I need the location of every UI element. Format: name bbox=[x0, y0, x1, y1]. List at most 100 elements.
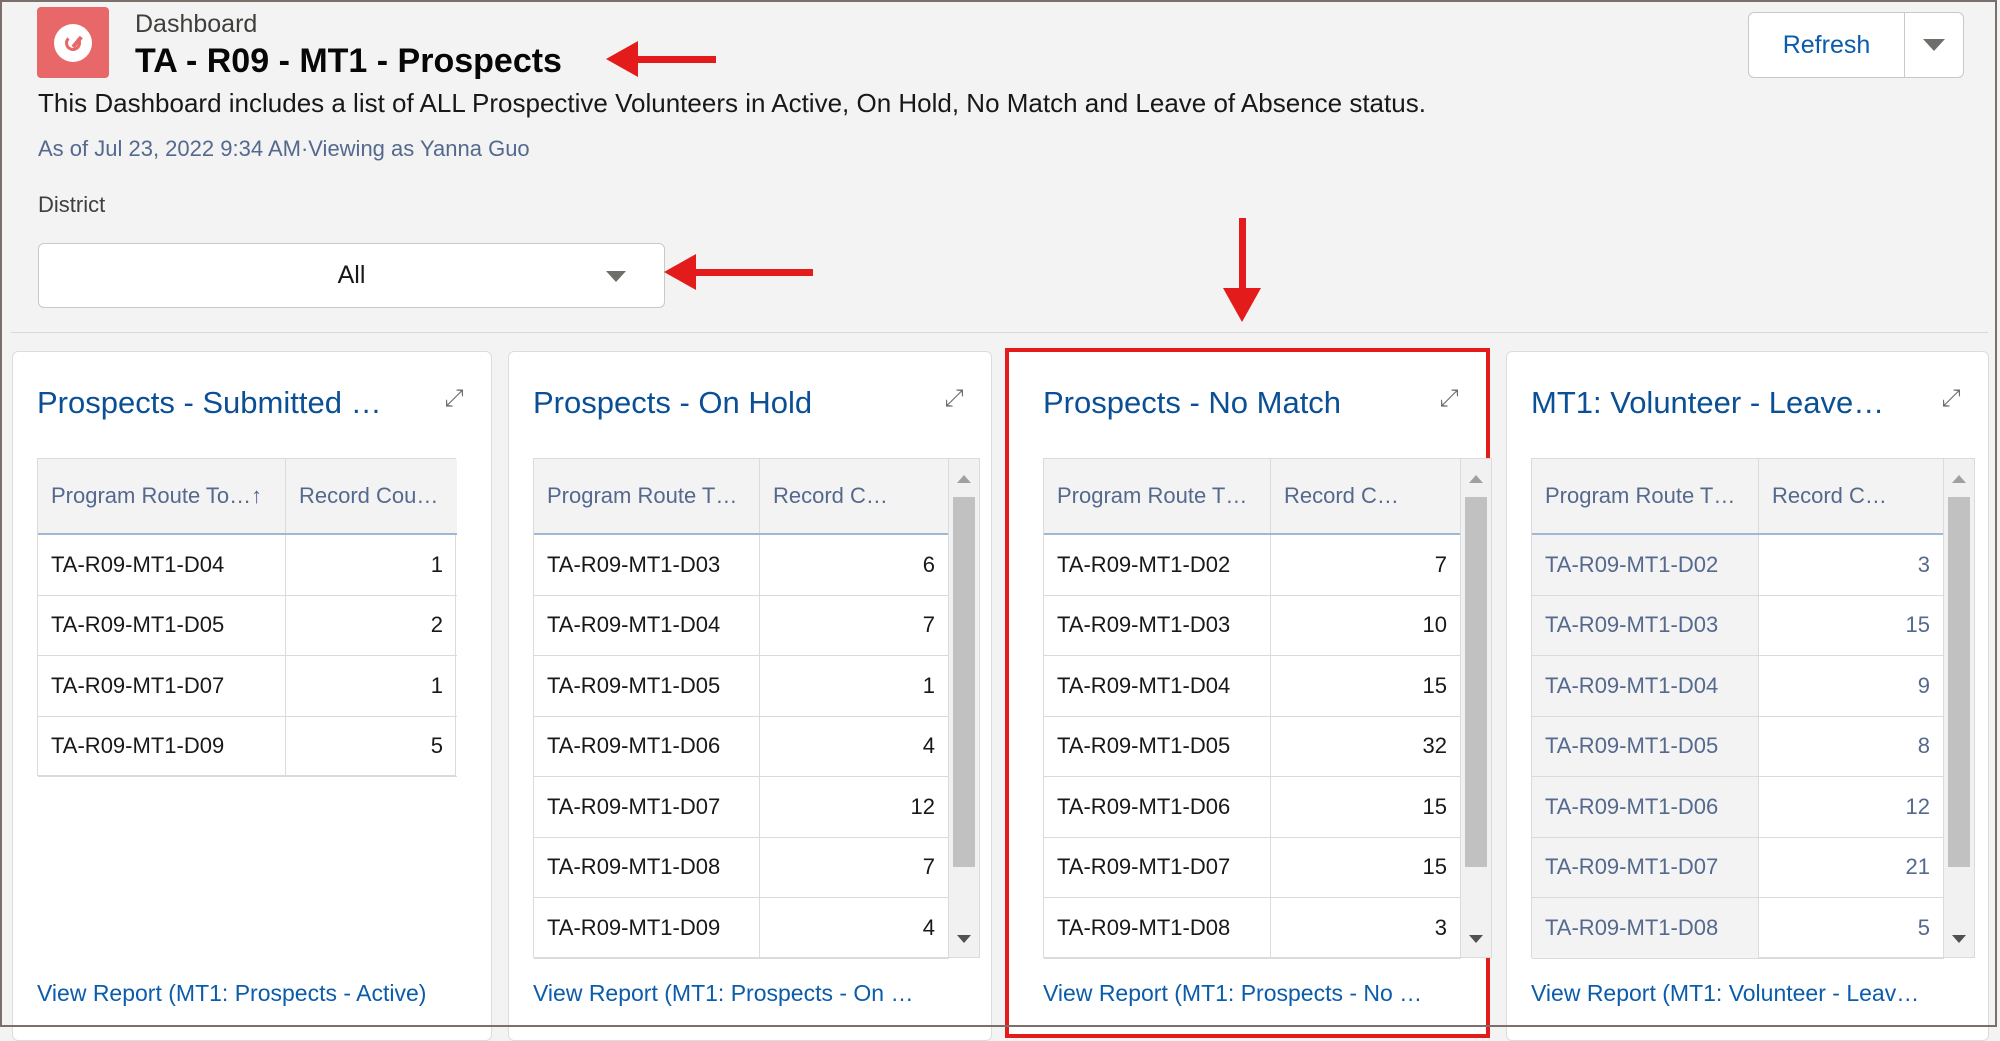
count-cell: 3 bbox=[1758, 535, 1944, 595]
column-header-count[interactable]: Record C… bbox=[1270, 459, 1461, 533]
count-cell: 3 bbox=[1270, 898, 1461, 958]
route-cell: TA-R09-MT1-D02 bbox=[1057, 551, 1231, 577]
route-cell: TA-R09-MT1-D07 bbox=[547, 793, 721, 819]
expand-icon[interactable]: ⤢ bbox=[941, 386, 967, 412]
column-header-route[interactable]: Program Route T… bbox=[1532, 459, 1758, 533]
count-cell: 9 bbox=[1758, 656, 1944, 716]
table-header-row: Program Route T… Record C… bbox=[534, 459, 949, 535]
refresh-menu-button[interactable] bbox=[1905, 13, 1963, 77]
route-cell: TA-R09-MT1-D04 bbox=[1532, 656, 1758, 716]
count-cell: 15 bbox=[1270, 837, 1461, 897]
column-header-route[interactable]: Program Route T… bbox=[534, 459, 759, 533]
card-title[interactable]: MT1: Volunteer - Leave… bbox=[1531, 385, 1884, 421]
table-row: TA-R09-MT1-D02 3 bbox=[1532, 535, 1944, 596]
view-report-link[interactable]: View Report (MT1: Prospects - No … bbox=[1043, 980, 1422, 1007]
table-row: TA-R09-MT1-D09 4 bbox=[534, 898, 949, 959]
expand-icon[interactable]: ⤢ bbox=[1436, 386, 1462, 412]
table-row: TA-R09-MT1-D08 5 bbox=[1532, 898, 1944, 959]
count-cell: 7 bbox=[759, 837, 949, 897]
count-cell: 1 bbox=[285, 535, 457, 595]
table-row: TA-R09-MT1-D07 15 bbox=[1044, 837, 1461, 898]
card-title[interactable]: Prospects - No Match bbox=[1043, 385, 1341, 421]
expand-icon[interactable]: ⤢ bbox=[1938, 386, 1964, 412]
scroll-thumb[interactable] bbox=[1465, 497, 1487, 867]
report-table: Program Route T… Record C… TA-R09-MT1-D02 7… bbox=[1043, 458, 1492, 959]
report-table: Program Route T… Record C… TA-R09-MT1-D03 6… bbox=[533, 458, 980, 959]
table-row: TA-R09-MT1-D08 7 bbox=[534, 837, 949, 898]
table-header-row: Program Route T… Record C… bbox=[1532, 459, 1944, 535]
dashboard-card: Prospects - No Match ⤢ Program Route T… Rec… bbox=[1005, 348, 1492, 1038]
table-row: TA-R09-MT1-D04 7 bbox=[534, 595, 949, 656]
route-cell: TA-R09-MT1-D08 bbox=[547, 854, 721, 880]
count-cell: 6 bbox=[759, 535, 949, 595]
scroll-down-icon[interactable] bbox=[1469, 934, 1483, 943]
dashboard-header: Dashboard TA - R09 - MT1 - Prospects Thi… bbox=[11, 6, 1988, 333]
route-cell: TA-R09-MT1-D05 bbox=[547, 672, 721, 698]
district-filter-select[interactable]: All bbox=[38, 243, 665, 308]
route-cell: TA-R09-MT1-D04 bbox=[547, 612, 721, 638]
dashboard-card: Prospects - On Hold ⤢ Program Route T… Reco… bbox=[508, 351, 992, 1041]
column-header-count[interactable]: Record C… bbox=[1758, 459, 1944, 533]
count-cell: 1 bbox=[285, 656, 457, 716]
page-title: TA - R09 - MT1 - Prospects bbox=[135, 42, 562, 80]
view-report-link[interactable]: View Report (MT1: Prospects - Active) bbox=[37, 980, 426, 1007]
table-row: TA-R09-MT1-D05 32 bbox=[1044, 716, 1461, 777]
count-cell: 10 bbox=[1270, 595, 1461, 655]
table-row: TA-R09-MT1-D03 10 bbox=[1044, 595, 1461, 656]
district-filter-value: All bbox=[337, 261, 366, 289]
refresh-button-group: Refresh bbox=[1748, 12, 1964, 78]
refresh-button[interactable]: Refresh bbox=[1749, 13, 1905, 77]
route-cell: TA-R09-MT1-D07 bbox=[51, 672, 225, 698]
annotation-arrow-title bbox=[606, 41, 716, 77]
scroll-up-icon[interactable] bbox=[957, 475, 971, 483]
card-title[interactable]: Prospects - On Hold bbox=[533, 385, 812, 421]
table-row: TA-R09-MT1-D06 12 bbox=[1532, 777, 1944, 838]
count-cell: 15 bbox=[1758, 595, 1944, 655]
route-cell: TA-R09-MT1-D03 bbox=[547, 551, 721, 577]
count-cell: 2 bbox=[285, 595, 457, 655]
count-cell: 5 bbox=[285, 716, 457, 776]
column-header-count[interactable]: Record Cou… bbox=[285, 459, 457, 533]
table-row: TA-R09-MT1-D03 6 bbox=[534, 535, 949, 596]
table-row: TA-R09-MT1-D05 1 bbox=[534, 656, 949, 717]
table-row: TA-R09-MT1-D09 5 bbox=[38, 716, 457, 777]
table-row: TA-R09-MT1-D03 15 bbox=[1532, 595, 1944, 656]
scroll-down-icon[interactable] bbox=[957, 934, 971, 943]
count-cell: 8 bbox=[1758, 716, 1944, 776]
chevron-down-icon bbox=[1923, 39, 1945, 51]
scroll-thumb[interactable] bbox=[1948, 497, 1970, 867]
expand-icon[interactable]: ⤢ bbox=[441, 386, 467, 412]
route-cell: TA-R09-MT1-D02 bbox=[1532, 535, 1758, 595]
table-scrollbar[interactable] bbox=[948, 459, 979, 957]
table-row: TA-R09-MT1-D05 2 bbox=[38, 595, 457, 656]
table-header-row: Program Route T… Record C… bbox=[1044, 459, 1461, 535]
route-cell: TA-R09-MT1-D06 bbox=[1057, 793, 1231, 819]
table-row: TA-R09-MT1-D04 9 bbox=[1532, 656, 1944, 717]
route-cell: TA-R09-MT1-D03 bbox=[1057, 612, 1231, 638]
table-row: TA-R09-MT1-D05 8 bbox=[1532, 716, 1944, 777]
count-cell: 12 bbox=[1758, 777, 1944, 837]
count-cell: 15 bbox=[1270, 656, 1461, 716]
scroll-down-icon[interactable] bbox=[1952, 934, 1966, 943]
scroll-up-icon[interactable] bbox=[1469, 475, 1483, 483]
view-report-link[interactable]: View Report (MT1: Volunteer - Leav… bbox=[1531, 980, 1919, 1007]
view-report-link[interactable]: View Report (MT1: Prospects - On … bbox=[533, 980, 913, 1007]
scroll-up-icon[interactable] bbox=[1952, 475, 1966, 483]
table-row: TA-R09-MT1-D07 21 bbox=[1532, 837, 1944, 898]
scroll-thumb[interactable] bbox=[953, 497, 975, 867]
annotation-arrow-no-match bbox=[1223, 218, 1261, 322]
district-filter-label: District bbox=[38, 192, 106, 217]
table-header-row: Program Route To…↑ Record Cou… bbox=[38, 459, 457, 535]
route-cell: TA-R09-MT1-D05 bbox=[1532, 716, 1758, 776]
table-row: TA-R09-MT1-D07 12 bbox=[534, 777, 949, 838]
table-row: TA-R09-MT1-D04 1 bbox=[38, 535, 457, 596]
count-cell: 4 bbox=[759, 716, 949, 776]
column-header-route[interactable]: Program Route T… bbox=[1044, 459, 1270, 533]
report-table: Program Route To…↑ Record Cou… TA-R09-MT1-… bbox=[37, 458, 457, 777]
table-row: TA-R09-MT1-D04 15 bbox=[1044, 656, 1461, 717]
column-header-count[interactable]: Record C… bbox=[759, 459, 949, 533]
table-scrollbar[interactable] bbox=[1943, 459, 1974, 957]
card-title[interactable]: Prospects - Submitted … bbox=[37, 385, 382, 421]
column-header-route[interactable]: Program Route To…↑ bbox=[38, 459, 285, 533]
table-scrollbar[interactable] bbox=[1460, 459, 1491, 957]
